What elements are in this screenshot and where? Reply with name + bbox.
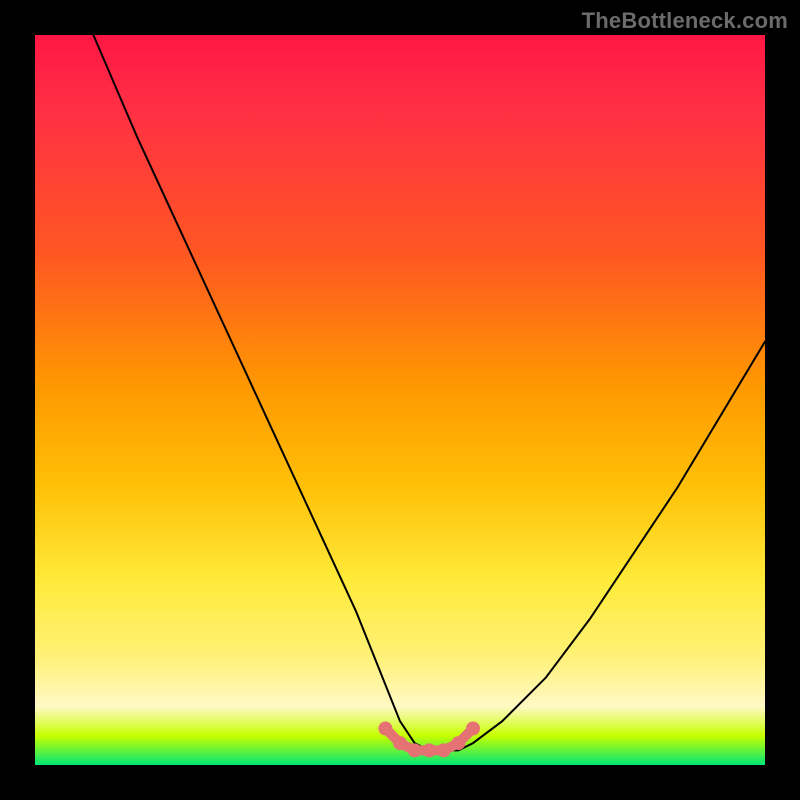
bottleneck-curve-path — [93, 35, 765, 750]
optimal-band-dot — [437, 743, 451, 757]
chart-svg — [35, 35, 765, 765]
optimal-band-dot — [422, 743, 436, 757]
optimal-band-dot — [451, 736, 465, 750]
watermark-text: TheBottleneck.com — [582, 8, 788, 34]
optimal-band-dot — [466, 722, 480, 736]
optimal-band-group — [378, 722, 480, 758]
optimal-band-dot — [378, 722, 392, 736]
optimal-band-dot — [393, 736, 407, 750]
optimal-band-dot — [408, 743, 422, 757]
